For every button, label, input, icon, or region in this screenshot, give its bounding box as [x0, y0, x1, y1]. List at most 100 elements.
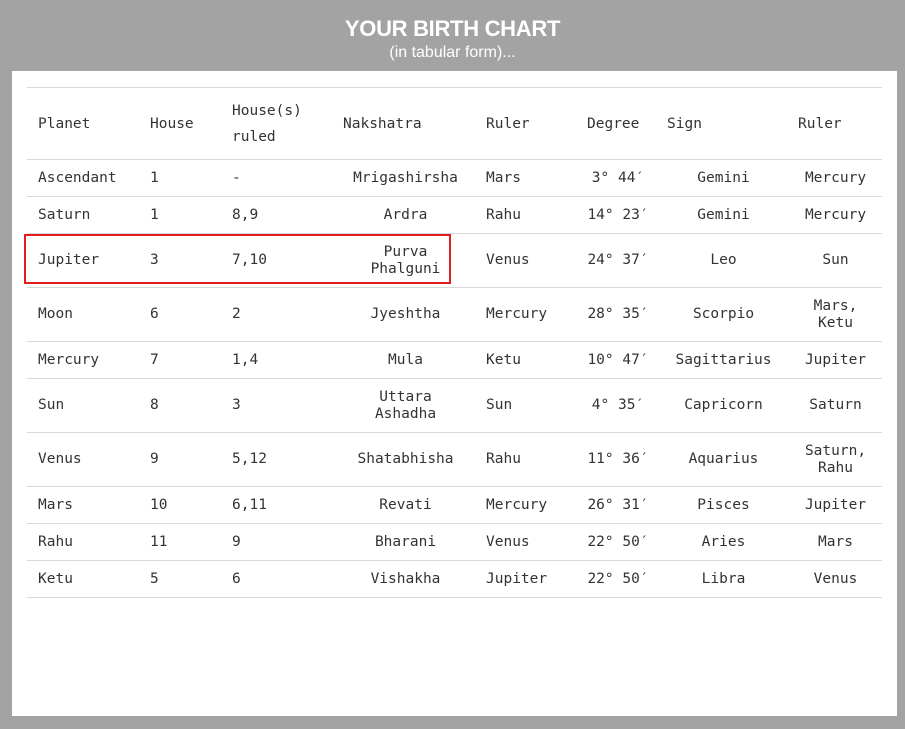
degree-cell: 4° 35′ — [578, 378, 658, 433]
sign-cell: Leo — [658, 233, 789, 288]
sign-ruler-cell: Mercury — [789, 196, 882, 234]
sign-cell: Aries — [658, 523, 789, 561]
column-header-ruler: Ruler — [478, 87, 578, 160]
houses-ruled-cell: - — [221, 159, 333, 197]
degree-cell: 22° 50′ — [578, 560, 658, 598]
house-cell: 5 — [139, 560, 221, 598]
table-row: Venus 9 5,12 Shatabhisha Rahu 11° 36′ Aq… — [27, 432, 882, 487]
nakshatra-cell: Mrigashirsha — [333, 159, 478, 197]
planet-cell: Ascendant — [27, 159, 139, 197]
houses-ruled-cell: 1,4 — [221, 341, 333, 379]
house-cell: 7 — [139, 341, 221, 379]
ruler-cell: Ketu — [478, 341, 578, 379]
table-row: Mars 10 6,11 Revati Mercury 26° 31′ Pisc… — [27, 486, 882, 524]
sign-cell: Scorpio — [658, 287, 789, 342]
nakshatra-cell: Ardra — [333, 196, 478, 234]
degree-cell: 22° 50′ — [578, 523, 658, 561]
sign-ruler-cell: Mars — [789, 523, 882, 561]
degree-cell: 14° 23′ — [578, 196, 658, 234]
column-header-houses-ruled: House(s) ruled — [221, 87, 333, 160]
degree-cell: 11° 36′ — [578, 432, 658, 487]
table-row: Mercury 7 1,4 Mula Ketu 10° 47′ Sagittar… — [27, 341, 882, 379]
table-row: Saturn 1 8,9 Ardra Rahu 14° 23′ Gemini M… — [27, 196, 882, 234]
planet-cell: Mercury — [27, 341, 139, 379]
house-cell: 9 — [139, 432, 221, 487]
column-header-sign-ruler: Ruler — [789, 87, 882, 160]
sign-cell: Gemini — [658, 196, 789, 234]
planet-cell: Rahu — [27, 523, 139, 561]
table-row: Ketu 5 6 Vishakha Jupiter 22° 50′ Libra … — [27, 560, 882, 598]
sign-ruler-cell: Mars, Ketu — [789, 287, 882, 342]
nakshatra-cell: Vishakha — [333, 560, 478, 598]
nakshatra-cell: Revati — [333, 486, 478, 524]
table-row: Rahu 11 9 Bharani Venus 22° 50′ Aries Ma… — [27, 523, 882, 561]
ruler-cell: Sun — [478, 378, 578, 433]
nakshatra-cell: Shatabhisha — [333, 432, 478, 487]
houses-ruled-cell: 3 — [221, 378, 333, 433]
nakshatra-cell: Mula — [333, 341, 478, 379]
planet-cell: Venus — [27, 432, 139, 487]
table-row: Sun 8 3 Uttara Ashadha Sun 4° 35′ Capric… — [27, 378, 882, 433]
houses-ruled-cell: 7,10 — [221, 233, 333, 288]
nakshatra-cell: Uttara Ashadha — [333, 378, 478, 433]
sign-ruler-cell: Saturn — [789, 378, 882, 433]
ruler-cell: Mars — [478, 159, 578, 197]
column-header-house: House — [139, 87, 221, 160]
ruler-cell: Venus — [478, 233, 578, 288]
column-header-degree: Degree — [578, 87, 658, 160]
sign-cell: Aquarius — [658, 432, 789, 487]
sign-ruler-cell: Saturn, Rahu — [789, 432, 882, 487]
sign-ruler-cell: Jupiter — [789, 486, 882, 524]
table-row: Moon 6 2 Jyeshtha Mercury 28° 35′ Scorpi… — [27, 287, 882, 342]
sign-cell: Pisces — [658, 486, 789, 524]
table-row: Ascendant 1 - Mrigashirsha Mars 3° 44′ G… — [27, 159, 882, 197]
planet-cell: Jupiter — [27, 233, 139, 288]
chart-panel: Planet House House(s) ruled Nakshatra Ru… — [12, 71, 897, 716]
degree-cell: 24° 37′ — [578, 233, 658, 288]
houses-ruled-cell: 9 — [221, 523, 333, 561]
degree-cell: 10° 47′ — [578, 341, 658, 379]
house-cell: 11 — [139, 523, 221, 561]
nakshatra-cell: Jyeshtha — [333, 287, 478, 342]
house-cell: 6 — [139, 287, 221, 342]
ruler-cell: Rahu — [478, 196, 578, 234]
ruler-cell: Mercury — [478, 287, 578, 342]
table-row: Jupiter 3 7,10 Purva Phalguni Venus 24° … — [27, 233, 882, 288]
column-header-planet: Planet — [27, 87, 139, 160]
birth-chart-table: Planet House House(s) ruled Nakshatra Ru… — [27, 87, 882, 598]
planet-cell: Ketu — [27, 560, 139, 598]
planet-cell: Moon — [27, 287, 139, 342]
houses-ruled-cell: 2 — [221, 287, 333, 342]
houses-ruled-cell: 6,11 — [221, 486, 333, 524]
page-subtitle: (in tabular form)... — [389, 44, 516, 61]
house-cell: 8 — [139, 378, 221, 433]
ruler-cell: Rahu — [478, 432, 578, 487]
house-cell: 1 — [139, 196, 221, 234]
degree-cell: 3° 44′ — [578, 159, 658, 197]
ruler-cell: Jupiter — [478, 560, 578, 598]
house-cell: 1 — [139, 159, 221, 197]
sign-cell: Sagittarius — [658, 341, 789, 379]
sign-ruler-cell: Venus — [789, 560, 882, 598]
ruler-cell: Mercury — [478, 486, 578, 524]
sign-cell: Libra — [658, 560, 789, 598]
house-cell: 10 — [139, 486, 221, 524]
houses-ruled-cell: 6 — [221, 560, 333, 598]
sign-cell: Capricorn — [658, 378, 789, 433]
house-cell: 3 — [139, 233, 221, 288]
ruler-cell: Venus — [478, 523, 578, 561]
nakshatra-cell: Purva Phalguni — [333, 233, 478, 288]
houses-ruled-cell: 8,9 — [221, 196, 333, 234]
degree-cell: 26° 31′ — [578, 486, 658, 524]
sign-ruler-cell: Sun — [789, 233, 882, 288]
page-header: YOUR BIRTH CHART (in tabular form)... — [0, 0, 905, 71]
column-header-nakshatra: Nakshatra — [333, 87, 478, 160]
sign-cell: Gemini — [658, 159, 789, 197]
nakshatra-cell: Bharani — [333, 523, 478, 561]
page-title: YOUR BIRTH CHART — [344, 16, 561, 41]
sign-ruler-cell: Mercury — [789, 159, 882, 197]
column-header-sign: Sign — [658, 87, 789, 160]
planet-cell: Sun — [27, 378, 139, 433]
sign-ruler-cell: Jupiter — [789, 341, 882, 379]
planet-cell: Mars — [27, 486, 139, 524]
